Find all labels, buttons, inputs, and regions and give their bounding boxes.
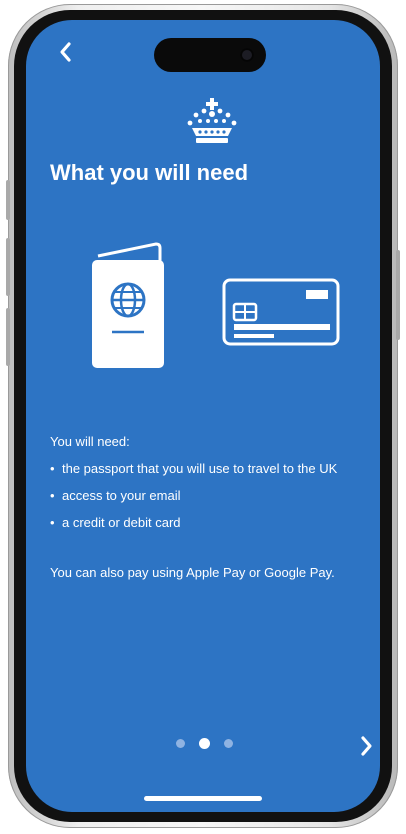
dynamic-island xyxy=(154,38,266,72)
page-title: What you will need xyxy=(50,160,249,185)
page-dot-3[interactable] xyxy=(224,739,233,748)
payment-options-text: You can also pay using Apple Pay or Goog… xyxy=(50,565,335,580)
chevron-left-icon xyxy=(60,42,71,62)
requirements-text: You will need: the passport that you wil… xyxy=(50,432,362,583)
credit-card-icon xyxy=(222,278,340,346)
page-indicator xyxy=(176,738,233,749)
chevron-right-icon xyxy=(361,736,372,756)
page-dot-1[interactable] xyxy=(176,739,185,748)
next-button[interactable] xyxy=(352,728,380,764)
requirements-intro: You will need: xyxy=(50,434,130,449)
list-item: the passport that you will use to travel… xyxy=(50,459,362,479)
list-item: a credit or debit card xyxy=(50,513,362,533)
side-button xyxy=(6,180,10,220)
page-dot-2-active[interactable] xyxy=(199,738,210,749)
requirements-list: the passport that you will use to travel… xyxy=(50,459,362,533)
front-camera xyxy=(240,48,254,62)
back-button[interactable] xyxy=(50,34,80,70)
volume-up-button xyxy=(6,238,10,296)
passport-icon xyxy=(92,242,164,368)
list-item: access to your email xyxy=(50,486,362,506)
crown-icon xyxy=(187,98,237,143)
power-button xyxy=(396,250,400,340)
home-indicator[interactable] xyxy=(144,796,262,801)
volume-down-button xyxy=(6,308,10,366)
app-screen: What you will need You will need: the pa… xyxy=(26,20,380,812)
